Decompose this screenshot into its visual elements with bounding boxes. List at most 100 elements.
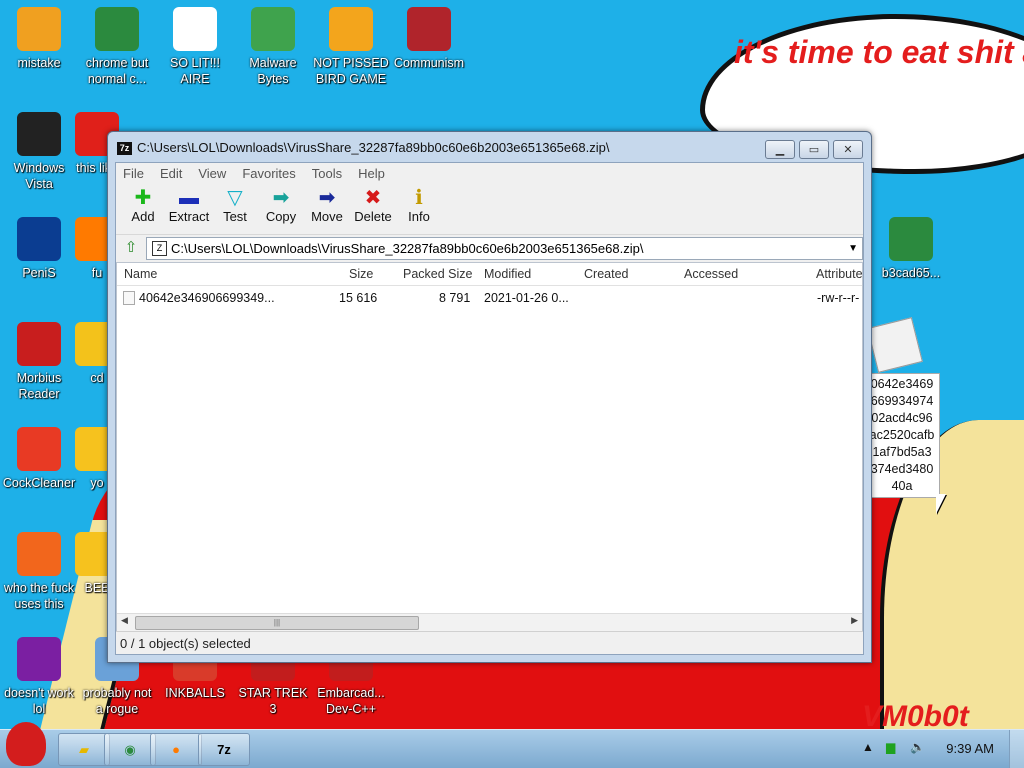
close-icon: ✕ xyxy=(843,144,853,156)
trash-icon xyxy=(17,112,61,156)
toolbar-button-label: Test xyxy=(223,209,247,224)
extract-button[interactable]: ▬ Extract xyxy=(166,183,212,233)
folder-up-icon: ⇧ xyxy=(124,239,138,256)
menu-help[interactable]: Help xyxy=(358,166,385,181)
copy-button[interactable]: ➡ Copy xyxy=(258,183,304,233)
window-title: C:\Users\LOL\Downloads\VirusShare_32287f… xyxy=(137,140,610,155)
scroll-left-icon[interactable]: ◀ xyxy=(121,615,128,626)
archive-icon: Z xyxy=(152,241,167,256)
cell-packed-size: 8 791 xyxy=(439,291,471,305)
file-name-line: 02acd4c96 xyxy=(871,411,933,425)
file-icon xyxy=(123,291,135,305)
desktop-icon[interactable]: NOT PISSED BIRD GAME xyxy=(312,7,390,87)
taskbar-7zip[interactable]: 7z xyxy=(198,733,250,766)
toolbar-button-label: Info xyxy=(408,209,430,224)
column-header-size[interactable]: Size xyxy=(349,267,373,281)
status-bar: 0 / 1 object(s) selected xyxy=(116,631,863,654)
desktop-icon[interactable]: chrome but normal c... xyxy=(78,7,156,87)
copy-icon: ➡ xyxy=(272,187,290,209)
menu-view[interactable]: View xyxy=(198,166,226,181)
photoshop-icon xyxy=(17,217,61,261)
toolbar-button-label: Delete xyxy=(354,209,392,224)
desktop-icon[interactable]: b3cad65... xyxy=(872,217,950,281)
menu-file[interactable]: File xyxy=(123,166,144,181)
minimize-button[interactable]: ▁ xyxy=(765,140,795,159)
show-hidden-icons[interactable]: ▲ xyxy=(862,740,874,754)
chrome-icon xyxy=(95,7,139,51)
test-icon: ▽ xyxy=(227,187,243,209)
maximize-button[interactable]: ▭ xyxy=(799,140,829,159)
7zip-icon: 7z xyxy=(217,742,231,757)
column-header-accessed[interactable]: Accessed xyxy=(684,267,738,281)
up-folder-button[interactable]: ⇧ xyxy=(120,238,142,258)
column-header-name[interactable]: Name xyxy=(124,267,157,281)
file-name-line: 1af7bd5a3 xyxy=(872,445,932,459)
chevron-down-icon[interactable]: ▼ xyxy=(848,238,858,259)
scrollbar-thumb[interactable]: ||| xyxy=(135,616,419,630)
toolbar-button-label: Copy xyxy=(265,209,297,224)
minimize-icon: ▁ xyxy=(775,144,785,156)
taskbar: ▰ ◉ ● 7z ▲ ▆ 🔈 9:39 AM xyxy=(0,722,1024,768)
file-name-line: 374ed3480 xyxy=(870,462,934,476)
info-icon: ℹ xyxy=(415,187,423,209)
status-text: 0 / 1 object(s) selected xyxy=(120,636,251,651)
speech-bubble-text: it's time to eat shit and die and chew b… xyxy=(734,34,1024,70)
desktop-icon-label: NOT PISSED BIRD GAME xyxy=(313,56,389,86)
file-name-line: ac2520cafb xyxy=(869,428,935,442)
column-header-modified[interactable]: Modified xyxy=(484,267,531,281)
menu-edit[interactable]: Edit xyxy=(160,166,182,181)
cell-name: 40642e346906699349... xyxy=(139,291,275,305)
address-input[interactable]: Z C:\Users\LOL\Downloads\VirusShare_3228… xyxy=(146,237,863,260)
maximize-icon: ▭ xyxy=(808,144,820,156)
move-button[interactable]: ➡ Move xyxy=(304,183,350,233)
desktop-icon-label: STAR TREK 3 xyxy=(238,686,308,716)
toolbar-button-label: Add xyxy=(131,209,155,224)
toolbar: ✚ Add ▬ Extract ▽ Test ➡ Copy ➡ Move ✖ Delete ℹ Info xyxy=(116,183,863,233)
desktop-icon[interactable]: doesn't work lol xyxy=(0,637,78,717)
7zip-app-icon: 7z xyxy=(117,142,132,155)
7zip-window: 7z C:\Users\LOL\Downloads\VirusShare_322… xyxy=(107,131,872,663)
address-path: C:\Users\LOL\Downloads\VirusShare_32287f… xyxy=(171,241,644,256)
ccleaner-icon xyxy=(17,427,61,471)
desktop-icon[interactable]: Malware Bytes xyxy=(234,7,312,87)
horizontal-scrollbar[interactable]: ◀ ||| ▶ xyxy=(117,613,862,631)
delete-button[interactable]: ✖ Delete xyxy=(350,183,396,233)
volume-icon[interactable]: 🔈 xyxy=(910,740,925,754)
desktop-icon-label: mistake xyxy=(17,56,61,70)
move-icon: ➡ xyxy=(318,187,336,209)
add-button[interactable]: ✚ Add xyxy=(120,183,166,233)
extract-icon: ▬ xyxy=(179,187,199,209)
taskbar-firefox[interactable]: ● xyxy=(150,733,202,766)
info-button[interactable]: ℹ Info xyxy=(396,183,442,233)
close-button[interactable]: ✕ xyxy=(833,140,863,159)
menu-tools[interactable]: Tools xyxy=(312,166,342,181)
file-list[interactable]: Name Size Packed Size Modified Created A… xyxy=(116,262,863,632)
desktop-icon[interactable]: Communism xyxy=(390,7,468,71)
title-bar[interactable]: 7z C:\Users\LOL\Downloads\VirusShare_322… xyxy=(108,132,871,162)
computer-icon xyxy=(17,7,61,51)
desktop-icon-label: Communism xyxy=(393,56,465,70)
column-header-packed-size[interactable]: Packed Size xyxy=(403,267,472,281)
desktop-icon-label: doesn't work lol xyxy=(4,686,74,716)
chrome-icon xyxy=(889,217,933,261)
column-header-row: Name Size Packed Size Modified Created A… xyxy=(117,263,862,286)
taskbar-chrome[interactable]: ◉ xyxy=(104,733,156,766)
desktop-icon-label: SO LIT!!! AIRE xyxy=(169,56,220,86)
test-button[interactable]: ▽ Test xyxy=(212,183,258,233)
emblem-icon xyxy=(407,7,451,51)
column-header-created[interactable]: Created xyxy=(584,267,628,281)
show-desktop-button[interactable] xyxy=(1009,730,1024,768)
toolbar-button-label: Extract xyxy=(168,209,210,224)
column-header-attributes[interactable]: Attribute xyxy=(816,267,862,281)
file-name-line: 0642e3469 xyxy=(870,377,934,391)
network-icon[interactable]: ▆ xyxy=(886,740,895,754)
taskbar-explorer[interactable]: ▰ xyxy=(58,733,110,766)
start-button[interactable] xyxy=(6,722,46,766)
table-row[interactable]: 40642e346906699349... 15 616 8 791 2021-… xyxy=(117,287,862,307)
address-bar: ⇧ Z C:\Users\LOL\Downloads\VirusShare_32… xyxy=(116,234,863,261)
desktop-icon[interactable]: mistake xyxy=(0,7,78,71)
menu-favorites[interactable]: Favorites xyxy=(242,166,295,181)
scroll-right-icon[interactable]: ▶ xyxy=(851,615,858,626)
desktop-icon[interactable]: SO LIT!!! AIRE xyxy=(156,7,234,87)
clock[interactable]: 9:39 AM xyxy=(946,741,994,756)
